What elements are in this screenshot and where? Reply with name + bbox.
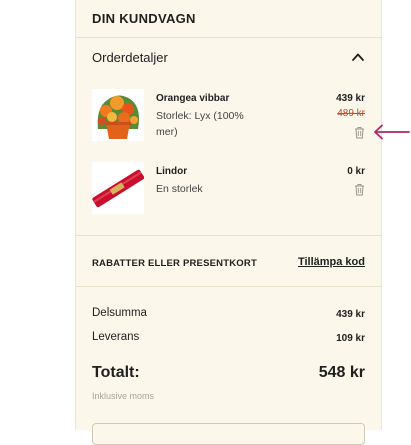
product-image[interactable] bbox=[92, 162, 144, 214]
cart-item: Orangea vibbar Storlek: Lyx (100% mer) 4… bbox=[92, 89, 365, 149]
trash-icon[interactable] bbox=[354, 126, 365, 139]
red-chocolate-bar-icon bbox=[92, 162, 144, 214]
divider bbox=[76, 37, 381, 38]
trash-icon[interactable] bbox=[354, 183, 365, 196]
subtotal-value: 439 kr bbox=[336, 309, 365, 320]
total-value: 548 kr bbox=[318, 364, 365, 381]
order-details-toggle[interactable]: Orderdetaljer bbox=[92, 50, 168, 65]
item-old-price: 489 kr bbox=[337, 108, 365, 119]
item-price: 439 kr bbox=[336, 93, 365, 104]
total-label: Totalt: bbox=[92, 364, 140, 381]
item-name[interactable]: Lindor bbox=[156, 166, 187, 177]
divider bbox=[76, 286, 381, 287]
product-image[interactable] bbox=[92, 89, 144, 141]
item-variant: Storlek: Lyx (100% mer) bbox=[156, 110, 244, 138]
checkout-field[interactable] bbox=[92, 423, 365, 445]
orange-flower-bouquet-icon bbox=[92, 89, 144, 141]
delivery-value: 109 kr bbox=[336, 333, 365, 344]
item-variant: En storlek bbox=[156, 183, 203, 195]
item-price: 0 kr bbox=[347, 166, 365, 177]
apply-code-link[interactable]: Tillämpa kod bbox=[298, 256, 365, 268]
cart-title: DIN KUNDVAGN bbox=[92, 11, 196, 26]
discount-label: RABATTER ELLER PRESENTKORT bbox=[92, 258, 257, 269]
annotation-arrow-icon bbox=[374, 124, 410, 140]
vat-note: Inklusive moms bbox=[92, 391, 155, 401]
cart-item: Lindor En storlek 0 kr bbox=[92, 162, 365, 218]
chevron-up-icon[interactable] bbox=[351, 51, 365, 63]
shopping-cart-panel: DIN KUNDVAGN Orderdetaljer Orangea vibba… bbox=[75, 0, 382, 445]
item-name[interactable]: Orangea vibbar bbox=[156, 93, 229, 104]
divider bbox=[76, 235, 381, 236]
subtotal-label: Delsumma bbox=[92, 307, 147, 319]
delivery-label: Leverans bbox=[92, 331, 140, 343]
